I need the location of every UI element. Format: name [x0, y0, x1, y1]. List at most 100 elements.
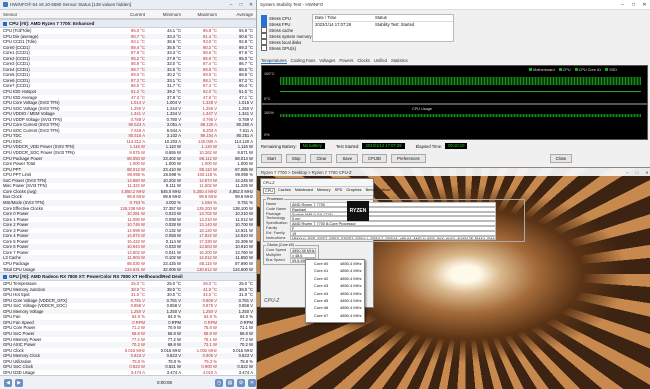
sensor-average: 124.600 W [232, 266, 253, 272]
tab-caches[interactable]: Caches [277, 188, 292, 194]
cpu-sensor-list: CPU (Tctl/Tdie) 95.0 °C 44.1 °C 95.8 °C 94.9… [0, 28, 256, 273]
stop-button[interactable]: Stop [285, 154, 307, 163]
tab-memory[interactable]: Memory [316, 188, 332, 194]
tab-cpu[interactable]: CPU [263, 188, 276, 194]
test-status-row: Remaining Battery: No battery Test Start… [261, 143, 468, 149]
sensor-name: Total CPU Usage [3, 266, 36, 272]
clear-button[interactable]: Clear [310, 154, 333, 163]
col-average[interactable]: Average [219, 12, 255, 17]
hwinfo-app-icon [3, 2, 8, 7]
minimize-icon[interactable]: – [226, 2, 236, 8]
stability-titlebar[interactable]: System Stability Test - HWiNFO – □ ✕ [257, 0, 650, 10]
core-name: Core #1 [314, 268, 329, 274]
table-row[interactable]: 2023/1/14 17:07:29 Stability Test: Starte… [313, 22, 453, 28]
cpu-sensor-group[interactable]: CPU [#0]: AMD Ryzen 7 7700: Enhanced [0, 19, 256, 28]
tab-graphics[interactable]: Graphics [345, 188, 362, 194]
report-icon[interactable]: ▤ [226, 378, 234, 387]
legend-label: SSD [609, 68, 617, 72]
save-button[interactable]: Save [336, 154, 359, 163]
tab-powers[interactable]: Powers [339, 58, 353, 64]
core-clock-item[interactable]: Core #6 4850.4 MHz [306, 304, 364, 311]
tab-bench[interactable]: Bench [365, 188, 378, 194]
core-mhz: 4850.4 MHz [340, 283, 362, 289]
tab-mainboard[interactable]: Mainboard [294, 188, 314, 194]
tab-unified[interactable]: Unified [374, 58, 387, 64]
arrow-left-icon[interactable]: ◀ [4, 378, 12, 387]
core-clock-item[interactable]: Core #1 4850.4 MHz [306, 267, 364, 274]
core-name: Core #7 [314, 312, 329, 318]
sensor-row[interactable]: Total CPU Usage 124.631 W 32.006 W 130.812 … [0, 266, 256, 273]
processor-fields: Name AMD Ryzen 7 7700 Code Name Raphael Pack… [266, 202, 522, 241]
legend-item[interactable]: CPU Core #1 [574, 68, 601, 72]
tab-statistics[interactable]: Statistics [391, 58, 408, 64]
clocks-legend: Clocks (Core #0) [267, 243, 294, 248]
cpu-usage-trace [280, 114, 641, 117]
sensor-column-header: Sensor Current Minimum Maximum Average [0, 10, 256, 19]
tab-cooling-fans[interactable]: Cooling Fans [291, 58, 316, 64]
close-icon[interactable]: ✕ [642, 170, 650, 175]
stability-buttons: Start Stop Clear Save CPUID Preferences … [261, 154, 573, 163]
maximize-icon[interactable]: □ [236, 2, 246, 8]
close-sensor-icon[interactable]: ✕ [248, 378, 256, 387]
desktop-wallpaper: Ryzen 7 7700 > Desktop > Ryzen 7 7700 CP… [257, 168, 650, 389]
col-sensor[interactable]: Sensor [0, 12, 111, 17]
settings-icon[interactable]: ⚙ [237, 378, 245, 387]
tab-spd[interactable]: SPD [334, 188, 344, 194]
core-clock-item[interactable]: Core #4 4850.4 MHz [306, 290, 364, 297]
close-button[interactable]: Close [549, 154, 573, 163]
core-mhz: 4850.4 MHz [340, 290, 362, 296]
legend-swatch-icon [574, 68, 578, 71]
checkbox-label: Stress GPU(s) [269, 45, 296, 51]
hwinfo-statusbar: ◀ ▶ 0:00:06 ◷ ▤ ⚙ ✕ [0, 375, 256, 389]
cpuz-titlebar[interactable]: CPU-Z [261, 179, 373, 187]
event-log-table: Date / Time Status 2023/1/14 17:07:29 Stab… [312, 14, 454, 42]
col-minimum[interactable]: Minimum [147, 12, 183, 17]
legend-label: CPU [562, 68, 571, 72]
legend-item[interactable]: Motherboard [529, 68, 555, 72]
clock-icon[interactable]: ◷ [215, 378, 223, 387]
tab-voltages[interactable]: Voltages [319, 58, 335, 64]
hwinfo-titlebar[interactable]: HWiNFO® 64 v8.10-5580 Sensor Status [138… [0, 0, 256, 10]
remaining-battery-label: Remaining Battery: [261, 143, 297, 149]
arrow-right-icon[interactable]: ▶ [15, 378, 23, 387]
gpu-chip-icon [3, 274, 7, 279]
cpuid-button[interactable]: CPUID [362, 154, 388, 163]
temperature-trace-low [280, 91, 641, 92]
core-clock-item[interactable]: Core #3 4850.4 MHz [306, 282, 364, 289]
core-mhz: 4850.4 MHz [340, 305, 362, 311]
legend-item[interactable]: SSD [605, 68, 617, 72]
col-maximum[interactable]: Maximum [183, 12, 219, 17]
checkbox-label: Stress system memory [269, 33, 312, 39]
core-clock-item[interactable]: Core #2 4850.4 MHz [306, 275, 364, 282]
cpu-group-label: CPU [#0]: AMD Ryzen 7 7700: Enhanced [9, 21, 95, 26]
cpu-chip-icon [3, 21, 7, 26]
start-button[interactable]: Start [261, 154, 282, 163]
legend-label: Motherboard [533, 68, 555, 72]
cpu-usage-graph: CPU Usage 100% 0% [261, 104, 648, 140]
core-name: Core #2 [314, 275, 329, 281]
legend-swatch-icon [529, 68, 533, 71]
field-value: MMX(+), SSE, SSE2, SSE3, SSSE3, SSE4.1, … [290, 235, 496, 241]
maximize-icon[interactable]: □ [632, 170, 642, 175]
preferences-button[interactable]: Preferences [391, 154, 426, 163]
col-current[interactable]: Current [111, 12, 147, 17]
maximize-icon[interactable]: □ [628, 2, 639, 8]
close-icon[interactable]: ✕ [639, 2, 650, 8]
cell-date: 2023/1/14 17:07:29 [315, 22, 352, 27]
core-clock-item[interactable]: Core #0 4850.4 MHz [306, 260, 364, 267]
core-clock-item[interactable]: Core #7 4850.4 MHz [306, 312, 364, 319]
tab-about[interactable]: About [379, 188, 391, 194]
tab-clocks[interactable]: Clocks [357, 58, 370, 64]
explorer-titlebar[interactable]: Ryzen 7 7700 > Desktop > Ryzen 7 7700 CP… [257, 168, 650, 176]
tab-temperatures[interactable]: Temperatures [261, 58, 287, 64]
gpu-sensor-group[interactable]: GPU [#0]: AMD Radeon RX 7800 XT: PowerCo… [0, 272, 256, 282]
checkbox-label: Stress CPU [269, 15, 291, 21]
checkbox-stress-gpu[interactable]: Stress GPU(s) [261, 45, 296, 51]
checkbox-icon [261, 45, 267, 51]
legend-item[interactable]: CPU [558, 68, 571, 72]
close-icon[interactable]: ✕ [246, 2, 256, 8]
minimize-icon[interactable]: – [617, 2, 628, 8]
core-mhz: 4850.4 MHz [340, 297, 362, 303]
core-clock-item[interactable]: Core #5 4850.4 MHz [306, 297, 364, 304]
minimize-icon[interactable]: – [622, 170, 632, 175]
